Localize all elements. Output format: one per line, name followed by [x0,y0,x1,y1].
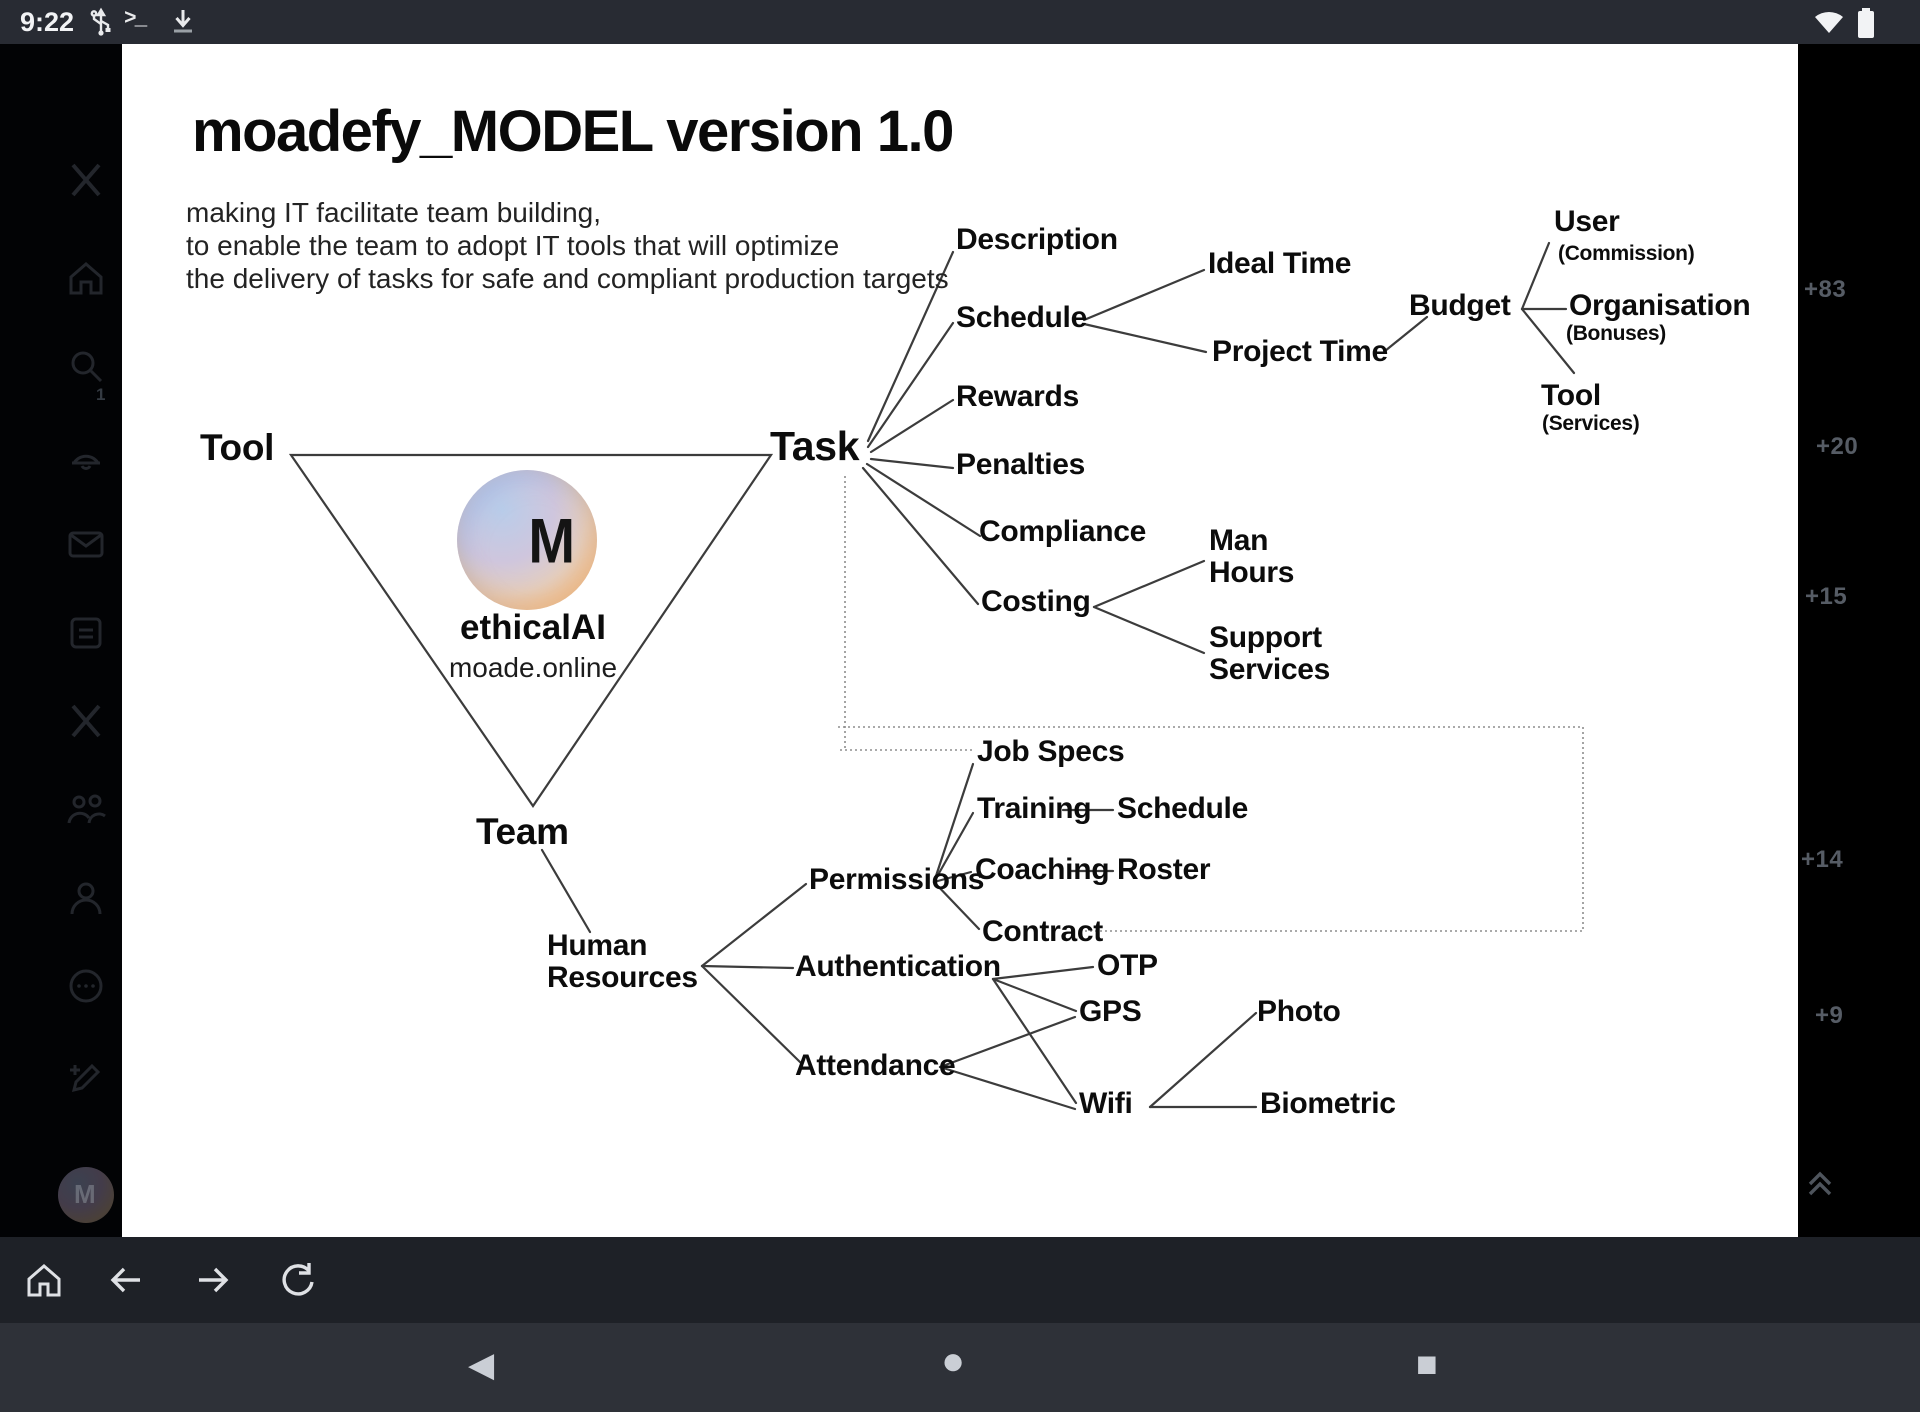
nav-recents-button[interactable]: ■ [1416,1343,1438,1385]
browser-home-icon[interactable] [22,1258,66,1302]
bookmark-count[interactable]: +14 [1801,846,1843,874]
share-count[interactable]: +9 [1815,1002,1843,1030]
account-avatar[interactable]: M [58,1167,114,1223]
search-icon[interactable] [64,344,108,388]
twitter-sidebar: 1 M [0,44,122,1237]
compose-icon[interactable] [64,1056,108,1100]
tweet-actions-strip: +83 +20 +15 +14 +9 [1798,44,1920,1237]
tweet-photo[interactable] [122,44,1798,1237]
profile-icon[interactable] [64,877,108,921]
premium-x-icon[interactable] [64,699,108,743]
status-bar: 9:22 >_ [0,0,1920,44]
back-arrow-icon[interactable] [104,1258,148,1302]
repost-count[interactable]: +20 [1816,433,1858,461]
reload-icon[interactable] [276,1258,320,1302]
more-icon[interactable] [64,964,108,1008]
wifi-icon [1812,7,1846,37]
home-icon[interactable] [64,256,108,300]
nav-back-button[interactable]: ◀ [468,1345,494,1385]
usb-icon [86,7,116,37]
communities-icon[interactable] [64,787,108,831]
notification-badge: 1 [96,385,105,405]
browser-toolbar: twitter.com/moadefy/status/1683301203264… [0,1237,1920,1323]
android-nav-bar: ◀ ● ■ [0,1323,1920,1412]
nav-home-button[interactable]: ● [941,1339,965,1384]
battery-icon [1856,7,1876,39]
download-icon [168,7,198,37]
lists-icon[interactable] [64,611,108,655]
clock: 9:22 [20,7,74,38]
collapse-chevron-icon[interactable] [1800,1162,1840,1202]
x-logo-icon[interactable] [64,158,108,202]
notifications-icon[interactable] [64,433,108,477]
forward-arrow-icon[interactable] [191,1258,235,1302]
terminal-icon: >_ [124,8,145,31]
avatar-letter: M [74,1179,96,1210]
like-count[interactable]: +15 [1805,583,1847,611]
reply-count[interactable]: +83 [1804,276,1846,304]
android-screen: 9:22 >_ [0,0,1920,1412]
messages-icon[interactable] [64,522,108,566]
